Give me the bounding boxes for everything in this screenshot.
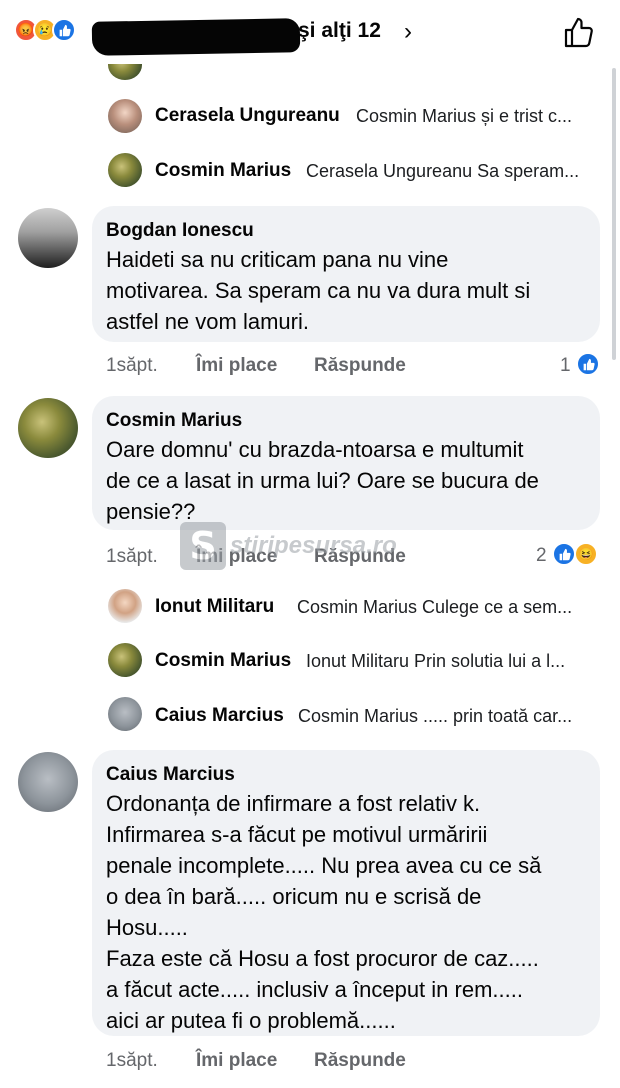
avatar[interactable] [108, 643, 142, 677]
comment-bubble: Cosmin Marius Oare domnu' cu brazda-ntoa… [92, 396, 600, 530]
avatar[interactable] [18, 752, 78, 812]
comment-bubble: Caius Marcius Ordonanța de infirmare a f… [92, 750, 600, 1036]
scrollbar[interactable] [612, 68, 616, 360]
comment-timestamp[interactable]: 1săpt. [106, 355, 158, 377]
reaction-count[interactable]: 2 [536, 545, 547, 567]
reply-preview-text[interactable]: Cerasela Ungureanu Sa speram... [306, 161, 579, 182]
avatar[interactable] [108, 153, 142, 187]
reaction-summary[interactable]: 😡 😢 [14, 18, 76, 42]
like-reaction-icon [552, 542, 576, 566]
reactions-header: 😡 😢 şi alţi 12 › [0, 0, 620, 64]
reply-preview-text[interactable]: Cosmin Marius și e trist c... [356, 106, 572, 127]
comment-text: Haideti sa nu criticam pana nu vine moti… [106, 247, 531, 334]
comment-timestamp[interactable]: 1săpt. [106, 546, 158, 568]
comment-bubble: Bogdan Ionescu Haideti sa nu criticam pa… [92, 206, 600, 342]
reply-author-name[interactable]: Cerasela Ungureanu [155, 105, 340, 127]
like-outline-icon[interactable] [562, 16, 596, 50]
reply-author-name[interactable]: Caius Marcius [155, 705, 284, 727]
comment-timestamp[interactable]: 1săpt. [106, 1050, 158, 1072]
watermark-logo-letter: S [180, 522, 226, 570]
watermark-text: stiripesursa.ro [230, 532, 397, 559]
comment-author-name[interactable]: Bogdan Ionescu [106, 220, 254, 242]
avatar[interactable] [108, 99, 142, 133]
like-button[interactable]: Îmi place [196, 355, 277, 377]
avatar[interactable] [108, 589, 142, 623]
reply-button[interactable]: Răspunde [314, 1050, 406, 1072]
like-reaction-icon [576, 352, 600, 376]
reply-button[interactable]: Răspunde [314, 355, 406, 377]
avatar[interactable] [108, 697, 142, 731]
haha-reaction-icon: 😆 [574, 542, 598, 566]
reaction-count[interactable]: 1 [560, 355, 571, 377]
watermark-logo: S stiripesursa.ro [180, 522, 444, 572]
reactors-summary-text[interactable]: şi alţi 12 [298, 19, 381, 43]
comment-text: Oare domnu' cu brazda-ntoarsa e multumit… [106, 437, 539, 524]
avatar[interactable] [18, 208, 78, 268]
like-reaction-icon [52, 18, 76, 42]
chevron-right-icon[interactable]: › [404, 18, 412, 46]
comment-author-name[interactable]: Caius Marcius [106, 764, 235, 786]
reply-preview-text[interactable]: Ionut Militaru Prin solutia lui a l... [306, 651, 565, 672]
comment-text: Ordonanța de infirmare a fost relativ k.… [106, 791, 542, 1033]
comment-author-name[interactable]: Cosmin Marius [106, 410, 242, 432]
reply-author-name[interactable]: Ionut Militaru [155, 596, 274, 618]
like-button[interactable]: Îmi place [196, 1050, 277, 1072]
reply-preview-text[interactable]: Cosmin Marius Culege ce a sem... [297, 597, 572, 618]
reply-author-name[interactable]: Cosmin Marius [155, 160, 291, 182]
avatar[interactable] [18, 398, 78, 458]
reply-preview-text[interactable]: Cosmin Marius ..... prin toată car... [298, 706, 572, 727]
reply-author-name[interactable]: Cosmin Marius [155, 650, 291, 672]
redacted-name-block [91, 18, 301, 56]
